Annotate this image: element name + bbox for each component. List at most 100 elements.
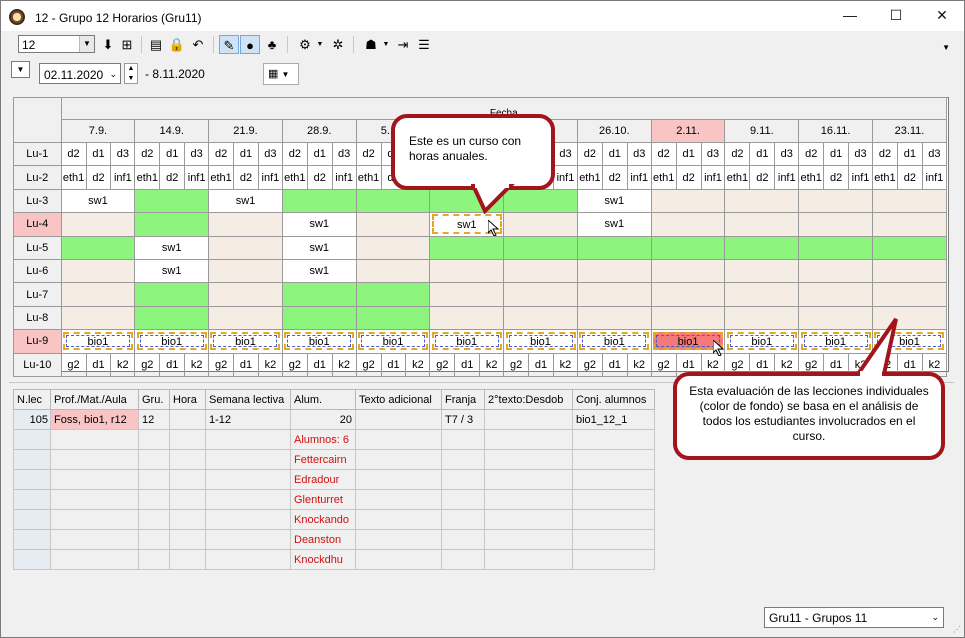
- lesson-cell[interactable]: eth1: [650, 165, 677, 190]
- lesson-cell[interactable]: [650, 235, 726, 260]
- lesson-cell[interactable]: inf1: [110, 165, 136, 190]
- lesson-cell[interactable]: [60, 282, 136, 307]
- lesson-cell[interactable]: [355, 212, 431, 237]
- lesson-cell[interactable]: [724, 282, 800, 307]
- lesson-cell[interactable]: d3: [110, 141, 136, 167]
- lesson-cell[interactable]: d3: [552, 141, 578, 167]
- week-header[interactable]: 2.11.: [650, 119, 726, 143]
- lesson-cell[interactable]: d1: [85, 352, 112, 377]
- lesson-cell[interactable]: [871, 235, 948, 260]
- column-header[interactable]: Alum.: [290, 389, 356, 410]
- lesson-cell[interactable]: sw1: [281, 235, 357, 260]
- class-selector-combo[interactable]: Gru11 - Grupos 11 ⌄: [764, 607, 944, 628]
- lesson-cell-teacher[interactable]: Foss, bio1, r12: [50, 409, 139, 430]
- lesson-cell[interactable]: eth1: [134, 165, 161, 190]
- lesson-cell[interactable]: [134, 282, 210, 307]
- lesson-cell[interactable]: [355, 305, 431, 331]
- resize-grip-icon[interactable]: ⋰: [953, 625, 961, 634]
- lesson-cell[interactable]: [60, 235, 136, 260]
- lesson-cell[interactable]: [724, 188, 800, 214]
- lesson-cell[interactable]: bio1: [429, 329, 505, 354]
- lesson-cell[interactable]: [503, 235, 578, 260]
- lesson-cell[interactable]: d2: [281, 141, 308, 167]
- lesson-cell[interactable]: [871, 188, 948, 214]
- lesson-cell[interactable]: [650, 188, 726, 214]
- lesson-cell[interactable]: [355, 188, 431, 214]
- lesson-cell[interactable]: d3: [331, 141, 357, 167]
- column-header[interactable]: Texto adicional: [355, 389, 442, 410]
- lesson-cell[interactable]: inf1: [257, 165, 283, 190]
- bio-lesson[interactable]: bio1: [726, 332, 797, 351]
- lesson-cell[interactable]: sw1: [60, 188, 136, 214]
- lesson-cell-student-set[interactable]: bio1_12_1: [572, 409, 655, 430]
- week-header[interactable]: 28.9.: [281, 119, 357, 143]
- bio-lesson[interactable]: bio1: [579, 332, 650, 351]
- class-number-combo[interactable]: 12 ▼: [18, 35, 95, 53]
- lesson-cell[interactable]: [798, 212, 873, 237]
- column-header[interactable]: Franja: [441, 389, 485, 410]
- lesson-cell-number[interactable]: 105: [13, 409, 51, 430]
- lesson-cell[interactable]: eth1: [798, 165, 825, 190]
- lesson-cell[interactable]: sw1: [576, 212, 652, 237]
- lesson-cell[interactable]: d2: [724, 141, 751, 167]
- lesson-cell[interactable]: [724, 212, 800, 237]
- lesson-cell[interactable]: [429, 258, 505, 284]
- lesson-cell[interactable]: k2: [626, 352, 652, 377]
- lesson-cell[interactable]: [798, 235, 873, 260]
- lesson-cell[interactable]: [281, 188, 357, 214]
- lesson-cell[interactable]: inf1: [921, 165, 948, 190]
- week-header[interactable]: 23.11.: [871, 119, 948, 143]
- lesson-cell[interactable]: d2: [798, 141, 825, 167]
- lesson-cell[interactable]: d2: [896, 165, 923, 190]
- lesson-cell[interactable]: d1: [159, 141, 186, 167]
- lesson-cell[interactable]: sw1: [134, 235, 210, 260]
- lesson-cell[interactable]: bio1: [355, 329, 431, 354]
- lesson-cell[interactable]: inf1: [774, 165, 800, 190]
- lesson-cell[interactable]: inf1: [848, 165, 873, 190]
- settings-gear-icon[interactable]: ⚙: [295, 35, 315, 54]
- lesson-cell[interactable]: d3: [774, 141, 800, 167]
- bio-lesson[interactable]: bio1: [210, 332, 281, 351]
- week-header[interactable]: 7.9.: [60, 119, 136, 143]
- chevron-down-icon[interactable]: ▼: [315, 35, 325, 54]
- date-spinner[interactable]: ▲ ▼: [124, 63, 138, 84]
- lesson-cell[interactable]: [208, 235, 283, 260]
- lesson-cell[interactable]: [355, 235, 431, 260]
- lesson-cell[interactable]: d1: [85, 141, 112, 167]
- lesson-cell[interactable]: g2: [208, 352, 235, 377]
- lesson-cell[interactable]: eth1: [576, 165, 603, 190]
- pin-icon[interactable]: ●: [240, 35, 260, 54]
- lesson-cell[interactable]: bio1: [60, 329, 136, 354]
- lesson-cell[interactable]: sw1: [134, 258, 210, 284]
- settings-cog-icon[interactable]: ✲: [328, 35, 348, 54]
- collapse-dropdown-button[interactable]: ▼: [11, 61, 30, 78]
- lesson-cell[interactable]: d1: [454, 352, 481, 377]
- lesson-cell[interactable]: [650, 305, 726, 331]
- lesson-cell[interactable]: eth1: [60, 165, 87, 190]
- export-icon[interactable]: ⇥: [393, 35, 413, 54]
- lesson-cell[interactable]: inf1: [552, 165, 578, 190]
- lesson-cell[interactable]: d1: [749, 141, 776, 167]
- lesson-cell[interactable]: [355, 258, 431, 284]
- lesson-cell[interactable]: [60, 212, 136, 237]
- lesson-cell[interactable]: eth1: [724, 165, 751, 190]
- week-header[interactable]: 16.11.: [798, 119, 873, 143]
- details-icon[interactable]: ⬇: [98, 35, 118, 54]
- lesson-cell[interactable]: g2: [355, 352, 382, 377]
- lesson-cell[interactable]: [798, 258, 873, 284]
- lesson-cell[interactable]: d3: [184, 141, 210, 167]
- lesson-cell[interactable]: [871, 258, 948, 284]
- lesson-cell[interactable]: sw1: [281, 258, 357, 284]
- lesson-cell[interactable]: d1: [601, 352, 628, 377]
- lesson-cell[interactable]: [724, 305, 800, 331]
- lesson-cell[interactable]: eth1: [208, 165, 235, 190]
- bio-lesson[interactable]: bio1: [505, 332, 576, 351]
- lesson-cell[interactable]: d2: [650, 141, 677, 167]
- lesson-cell[interactable]: sw1: [281, 212, 357, 237]
- lesson-cell[interactable]: inf1: [184, 165, 210, 190]
- lesson-cell[interactable]: inf1: [626, 165, 652, 190]
- bio-lesson[interactable]: bio1: [284, 332, 355, 351]
- lesson-cell[interactable]: d3: [257, 141, 283, 167]
- lesson-cell[interactable]: inf1: [331, 165, 357, 190]
- lesson-cell[interactable]: d1: [306, 352, 333, 377]
